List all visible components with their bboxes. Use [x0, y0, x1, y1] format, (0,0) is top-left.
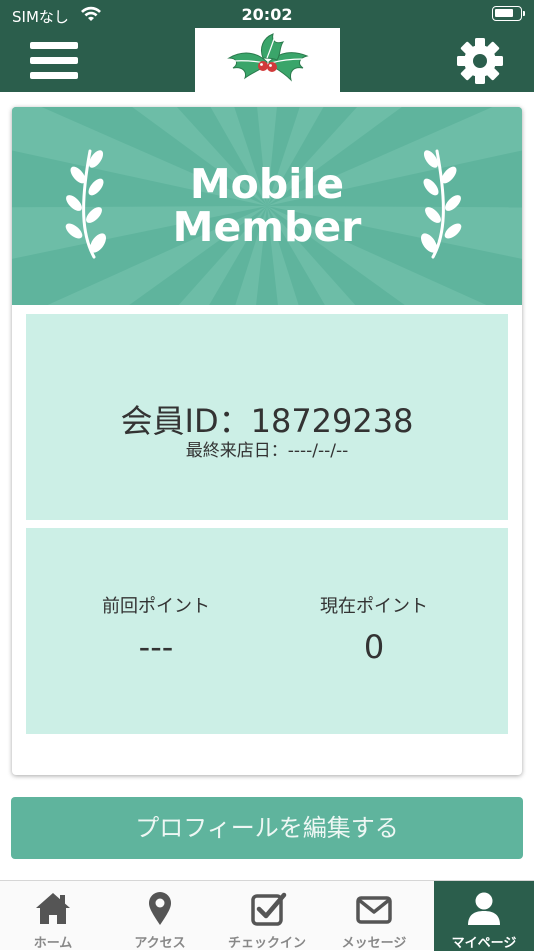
laurel-right-icon — [421, 149, 462, 259]
map-pin-icon — [149, 892, 171, 925]
tab-mypage-label: マイページ — [451, 936, 517, 951]
tab-checkin-label: チェックイン — [227, 936, 306, 951]
member-info-panel: 会員ID：18729238 最終来店日：----/--/-- — [26, 314, 508, 520]
edit-profile-button[interactable]: プロフィールを編集する — [11, 797, 523, 859]
last-visit-date: 最終来店日：----/--/-- — [185, 441, 349, 461]
status-bar: SIMなし 20:02 — [0, 0, 534, 28]
member-banner: Mobile Member — [12, 107, 522, 305]
points-panel: 前回ポイント --- 現在ポイント 0 — [26, 528, 508, 734]
tab-checkin[interactable]: チェックイン — [214, 881, 320, 951]
tab-access-label: アクセス — [134, 936, 186, 951]
current-points-value: 0 — [363, 628, 385, 666]
tab-home[interactable]: ホーム — [0, 881, 106, 951]
home-icon — [36, 893, 70, 924]
holly-logo[interactable] — [195, 28, 340, 92]
user-icon — [468, 892, 500, 925]
tab-message-label: メッセージ — [341, 936, 407, 951]
battery-icon — [492, 6, 525, 21]
gear-icon[interactable] — [455, 36, 505, 86]
tab-mypage[interactable]: マイページ — [434, 881, 534, 951]
tab-access[interactable]: アクセス — [107, 881, 213, 951]
previous-points-value: --- — [138, 628, 174, 666]
tab-message[interactable]: メッセージ — [321, 881, 427, 951]
envelope-icon — [356, 896, 392, 924]
app-header — [0, 28, 534, 92]
holly-icon — [227, 33, 309, 82]
current-points-label: 現在ポイント — [320, 596, 428, 617]
member-card: Mobile Member 会員ID：18729238 最終来店日：----/-… — [12, 107, 522, 775]
clock: 20:02 — [241, 5, 293, 24]
checkin-icon — [251, 892, 287, 926]
tab-home-label: ホーム — [33, 936, 73, 951]
previous-points-label: 前回ポイント — [102, 596, 210, 617]
tab-bar: ホーム アクセス チェックイン メッセージ マイページ — [0, 880, 534, 951]
hamburger-menu-icon[interactable] — [30, 40, 78, 80]
